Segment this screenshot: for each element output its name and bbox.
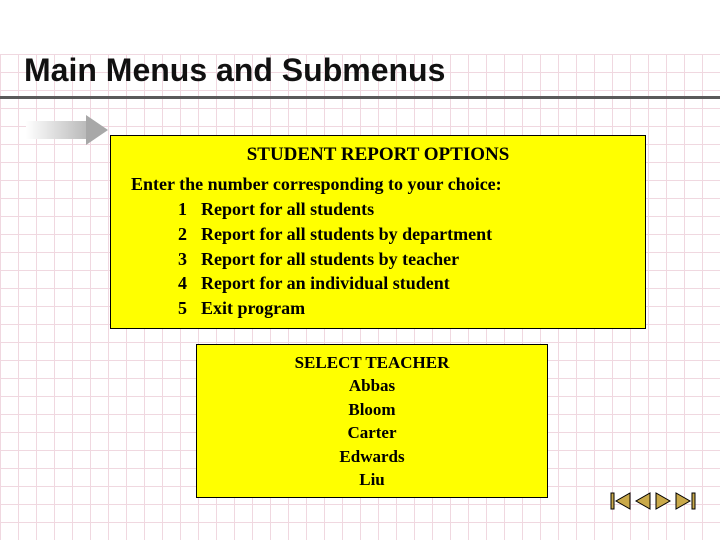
slide-title: Main Menus and Submenus xyxy=(24,52,445,89)
next-slide-icon[interactable] xyxy=(654,492,672,510)
menu-option: 1 Report for all students xyxy=(163,197,631,222)
top-white-band xyxy=(0,0,720,54)
decorative-arrow-icon xyxy=(26,115,112,145)
submenu-panel: SELECT TEACHER Abbas Bloom Carter Edward… xyxy=(196,344,548,498)
main-menu-heading: STUDENT REPORT OPTIONS xyxy=(125,144,631,166)
submenu-item: Bloom xyxy=(207,398,537,421)
main-menu-panel: STUDENT REPORT OPTIONS Enter the number … xyxy=(110,135,646,329)
menu-option-label: Report for all students by department xyxy=(201,222,492,247)
submenu-item: Liu xyxy=(207,468,537,491)
last-slide-icon[interactable] xyxy=(674,492,696,510)
menu-option-number: 4 xyxy=(163,271,187,296)
menu-option: 2 Report for all students by department xyxy=(163,222,631,247)
submenu-item: Carter xyxy=(207,421,537,444)
title-underline xyxy=(0,96,720,99)
first-slide-icon[interactable] xyxy=(610,492,632,510)
menu-option-number: 1 xyxy=(163,197,187,222)
menu-option: 3 Report for all students by teacher xyxy=(163,247,631,272)
submenu-item: Edwards xyxy=(207,445,537,468)
menu-option-label: Exit program xyxy=(201,296,305,321)
menu-option-number: 3 xyxy=(163,247,187,272)
menu-option-label: Report for all students xyxy=(201,197,374,222)
menu-option: 4 Report for an individual student xyxy=(163,271,631,296)
submenu-heading: SELECT TEACHER xyxy=(207,351,537,374)
menu-option-label: Report for an individual student xyxy=(201,271,450,296)
menu-option-number: 5 xyxy=(163,296,187,321)
menu-option: 5 Exit program xyxy=(163,296,631,321)
main-menu-prompt: Enter the number corresponding to your c… xyxy=(131,174,631,195)
menu-option-number: 2 xyxy=(163,222,187,247)
submenu-item: Abbas xyxy=(207,374,537,397)
prev-slide-icon[interactable] xyxy=(634,492,652,510)
menu-option-label: Report for all students by teacher xyxy=(201,247,459,272)
slide-nav-controls xyxy=(610,492,696,510)
main-menu-options: 1 Report for all students 2 Report for a… xyxy=(163,197,631,321)
